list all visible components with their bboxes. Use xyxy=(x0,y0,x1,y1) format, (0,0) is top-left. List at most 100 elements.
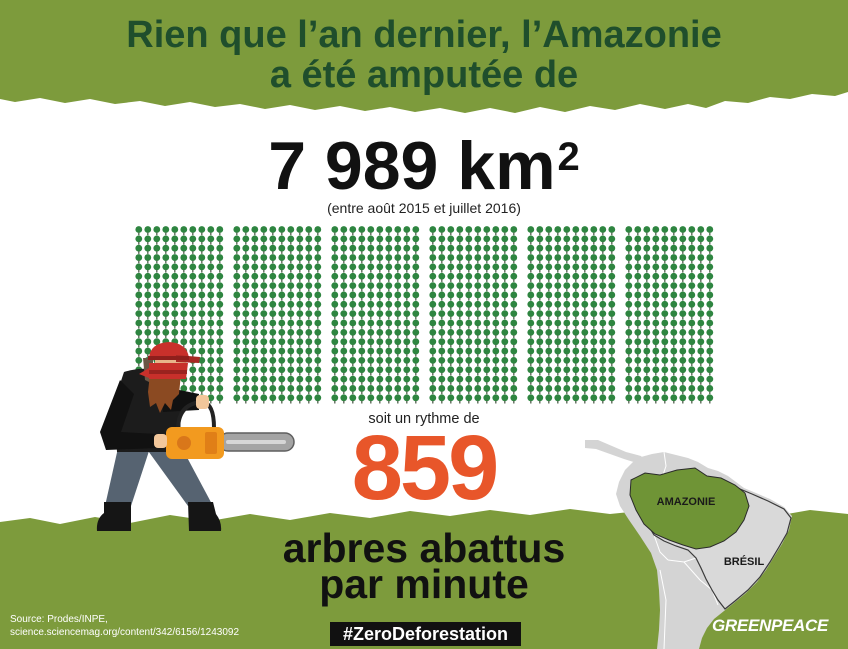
chainsaw-grip xyxy=(205,432,217,454)
tree-icon xyxy=(510,235,518,245)
tree-icon xyxy=(233,226,241,236)
tree-icon xyxy=(510,291,518,301)
tree-icon xyxy=(403,347,411,357)
tree-icon xyxy=(483,254,491,264)
tree-icon xyxy=(171,310,179,320)
tree-icon xyxy=(465,366,473,376)
tree-icon xyxy=(153,244,161,254)
tree-icon xyxy=(242,282,250,292)
tree-icon xyxy=(661,235,669,245)
tree-icon xyxy=(171,319,179,329)
tree-icon xyxy=(572,310,580,320)
tree-icon xyxy=(251,282,259,292)
tree-icon xyxy=(305,263,313,273)
tree-icon xyxy=(527,254,535,264)
tree-icon xyxy=(331,226,339,236)
tree-icon xyxy=(688,263,696,273)
tree-icon xyxy=(260,300,268,310)
tree-icon xyxy=(189,291,197,301)
tree-icon xyxy=(554,338,562,348)
tree-icon xyxy=(314,357,322,367)
tree-icon xyxy=(608,263,616,273)
tree-icon xyxy=(376,226,384,236)
tree-icon xyxy=(438,235,446,245)
tree-icon xyxy=(367,244,375,254)
tree-icon xyxy=(501,310,509,320)
tree-icon xyxy=(305,226,313,236)
tree-icon xyxy=(492,235,500,245)
tree-icon xyxy=(581,244,589,254)
tree-icon xyxy=(590,319,598,329)
tree-icon xyxy=(643,319,651,329)
tree-icon xyxy=(394,300,402,310)
tree-icon xyxy=(305,291,313,301)
tree-icon xyxy=(456,282,464,292)
tree-icon xyxy=(670,310,678,320)
tree-icon xyxy=(545,282,553,292)
tree-icon xyxy=(492,375,500,385)
tree-icon xyxy=(625,254,633,264)
tree-icon xyxy=(483,385,491,395)
tree-icon xyxy=(679,254,687,264)
tree-icon xyxy=(572,357,580,367)
tree-icon xyxy=(492,226,500,236)
tree-icon xyxy=(554,291,562,301)
tree-icon xyxy=(706,300,714,310)
tree-icon xyxy=(198,291,206,301)
tree-icon xyxy=(314,366,322,376)
tree-icon xyxy=(331,385,339,395)
tree-icon xyxy=(153,282,161,292)
tree-icon xyxy=(429,254,437,264)
area-unit-exponent: 2 xyxy=(557,135,580,179)
tree-icon xyxy=(429,366,437,376)
tree-icon xyxy=(358,385,366,395)
tree-icon xyxy=(376,366,384,376)
tree-icon xyxy=(581,282,589,292)
tree-icon xyxy=(643,263,651,273)
tree-icon xyxy=(474,244,482,254)
tree-icon xyxy=(608,272,616,282)
tree-icon xyxy=(260,235,268,245)
tree-icon xyxy=(198,282,206,292)
tree-icon xyxy=(153,291,161,301)
tree-icon xyxy=(510,394,518,404)
left-hand xyxy=(154,434,167,448)
tree-icon xyxy=(465,235,473,245)
tree-icon xyxy=(394,394,402,404)
tree-icon xyxy=(367,385,375,395)
tree-icon xyxy=(447,328,455,339)
tree-icon xyxy=(572,282,580,292)
tree-icon xyxy=(278,272,286,282)
tree-icon xyxy=(367,357,375,367)
tree-icon xyxy=(634,226,642,236)
tree-icon xyxy=(652,300,660,310)
tree-icon xyxy=(376,235,384,245)
tree-icon xyxy=(510,375,518,385)
tree-icon xyxy=(340,385,348,395)
tree-icon xyxy=(216,282,224,292)
tree-icon xyxy=(340,291,348,301)
tree-icon xyxy=(251,310,259,320)
tree-icon xyxy=(447,366,455,376)
tree-icon xyxy=(331,375,339,385)
tree-icon xyxy=(287,291,295,301)
tree-icon xyxy=(510,385,518,395)
tree-icon xyxy=(314,291,322,301)
tree-icon xyxy=(198,263,206,273)
chainsaw-motor-cap xyxy=(177,436,191,450)
tree-icon xyxy=(563,328,571,339)
tree-icon xyxy=(162,235,170,245)
tree-icon xyxy=(634,328,642,339)
tree-icon xyxy=(554,254,562,264)
tree-icon xyxy=(438,282,446,292)
tree-icon xyxy=(492,319,500,329)
tree-icon xyxy=(688,338,696,348)
tree-icon xyxy=(242,291,250,301)
tree-icon xyxy=(688,385,696,395)
tree-icon xyxy=(269,282,277,292)
tree-icon xyxy=(652,347,660,357)
tree-icon xyxy=(412,385,420,395)
tree-icon xyxy=(358,235,366,245)
tree-icon xyxy=(296,319,304,329)
tree-icon xyxy=(572,235,580,245)
